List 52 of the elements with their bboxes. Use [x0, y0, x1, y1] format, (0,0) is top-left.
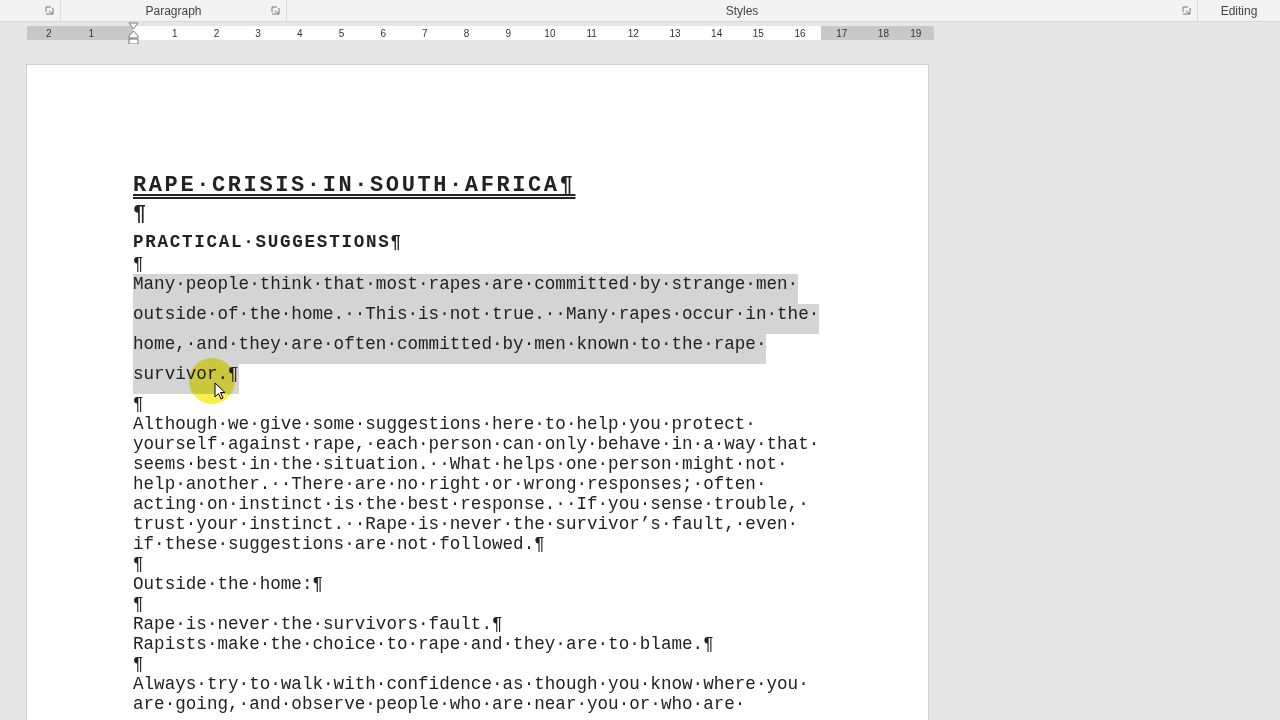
document-text: Outside·the·home:¶: [133, 574, 324, 594]
document-text: ¶: [133, 594, 144, 614]
ribbon-group-label: Editing: [1220, 3, 1258, 18]
document-text: seems·best·in·the·situation.··What·helps·one·person·might·not·: [133, 454, 788, 474]
ruler-number: 3: [254, 26, 262, 40]
document-text: Rapists·make·the·choice·to·rape·and·they·are·to·blame.¶: [133, 634, 714, 654]
document-text: Always·try·to·walk·with·confidence·as·though·you·know·where·you·: [133, 674, 809, 694]
document-text: ¶: [133, 654, 144, 674]
pointer-icon: [214, 382, 226, 400]
ruler-number: 6: [379, 26, 387, 40]
document-heading: RAPE·CRISIS·IN·SOUTH·AFRICA¶: [133, 172, 576, 200]
ruler-number: 5: [337, 26, 346, 40]
ruler-number: 2: [27, 26, 71, 40]
document-text: ¶: [133, 394, 144, 414]
document-text: outside·of·the·home.··This·is·not·true.··Many·rapes·occur·in·the·: [133, 304, 820, 334]
ruler-number: 8: [462, 26, 471, 40]
ruler-number: 1: [70, 26, 113, 40]
ribbon-group-label: Paragraph: [145, 3, 202, 18]
ribbon-group-label: Styles: [725, 3, 759, 18]
document-text: acting·on·instinct·is·the·best·response.··If·you·sense·trouble,·: [133, 494, 809, 514]
ruler-number: 12: [626, 26, 640, 40]
document-text: yourself·against·rape,·each·person·can·only·behave·in·a·way·that·: [133, 434, 820, 454]
document-text: ¶: [133, 554, 144, 574]
document-heading: PRACTICAL·SUGGESTIONS¶: [133, 231, 403, 254]
document-text: Although·we·give·some·suggestions·here·to·help·you·protect·: [133, 414, 756, 434]
document-text: Many·people·think·that·most·rapes·are·committed·by·strange·men·: [133, 274, 799, 304]
ruler-number: 19: [904, 26, 935, 40]
ruler-number: 11: [585, 26, 598, 40]
document-text: Rape·is·never·the·survivors·fault.¶: [133, 614, 503, 634]
document-text: home,·and·they·are·often·committed·by·men·known·to·the·rape·: [133, 334, 767, 364]
document-text: if·these·suggestions·are·not·followed.¶: [133, 534, 545, 554]
ruler-number: 9: [504, 26, 512, 40]
document-text: trust·your·instinct.··Rape·is·never·the·survivor’s·fault,·even·: [133, 514, 799, 534]
document-text: ¶: [133, 201, 147, 229]
dialog-launcher-icon[interactable]: [45, 6, 54, 15]
document-text: are·going,·and·observe·people·who·are·near·you·or·who·are·: [133, 694, 746, 714]
ruler-number: 10: [543, 26, 557, 40]
document-text: help·another.··There·are·no·right·or·wrong·responses;·often·: [133, 474, 767, 494]
ruler-number: 2: [212, 26, 221, 40]
ruler-number: 13: [668, 26, 682, 40]
ruler-number: 4: [296, 26, 304, 40]
ruler-number: 15: [751, 26, 765, 40]
ruler-number: 14: [710, 26, 724, 40]
ruler-number: 16: [793, 26, 807, 40]
ruler-number: 17: [820, 26, 863, 40]
dialog-launcher-icon[interactable]: [1182, 6, 1191, 15]
dialog-launcher-icon[interactable]: [271, 6, 280, 15]
ruler-number: 18: [862, 26, 905, 40]
document-text: ¶: [133, 254, 144, 274]
ruler-number: 7: [421, 26, 429, 40]
ruler-number: 1: [170, 26, 179, 40]
indent-marker-icon[interactable]: [128, 22, 140, 44]
